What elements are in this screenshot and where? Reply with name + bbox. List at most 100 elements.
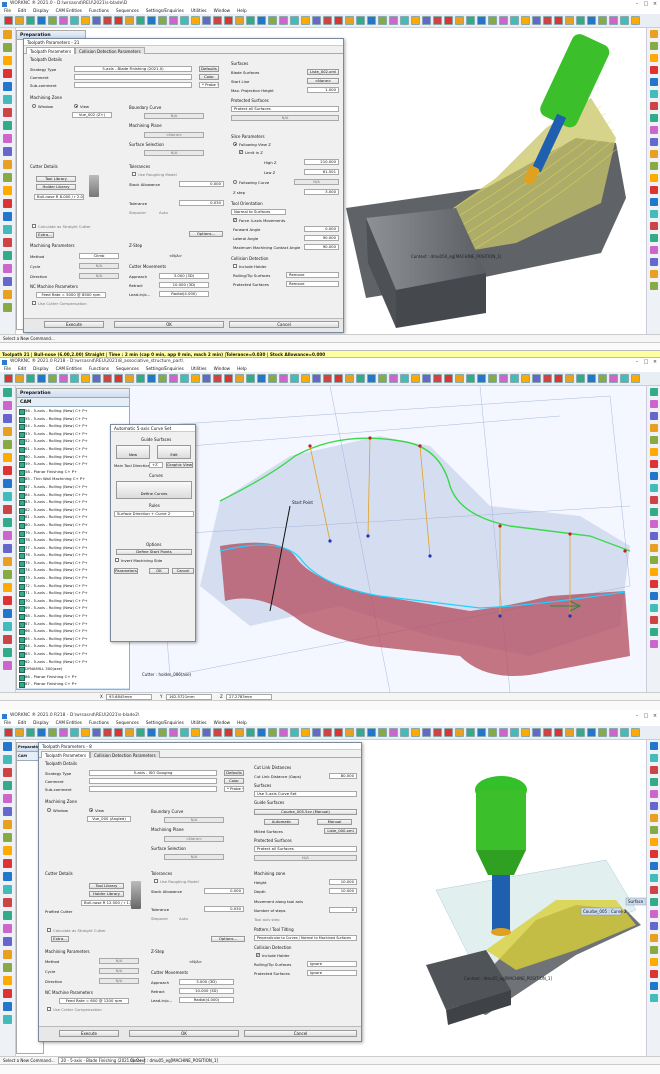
toolbar-tool-icon[interactable] — [103, 374, 112, 383]
toolbar-tool-icon[interactable] — [598, 728, 607, 737]
toolbar-tool-icon[interactable] — [15, 374, 24, 383]
retract-field[interactable]: 10.000 (3D) — [159, 282, 209, 288]
side-tool-icon[interactable] — [650, 742, 658, 750]
toolbar-tool-icon[interactable] — [158, 374, 167, 383]
toolbar-tool-icon[interactable] — [554, 16, 563, 25]
tool-library-button[interactable]: Tool Library — [36, 176, 76, 182]
side-tool-icon[interactable] — [650, 174, 658, 182]
side-tool-icon[interactable] — [3, 414, 12, 423]
following-curve-radio[interactable] — [233, 180, 237, 184]
menu-item-utilities[interactable]: Utilities — [191, 720, 207, 725]
toolbar-tool-icon[interactable] — [26, 728, 35, 737]
menu-item-display[interactable]: Display — [33, 8, 48, 13]
side-tool-icon[interactable] — [650, 850, 658, 858]
side-tool-icon[interactable] — [3, 251, 12, 260]
retract-field[interactable]: 10.000 (3D) — [179, 988, 234, 994]
graphic-view-button[interactable]: Graphic View — [166, 462, 193, 468]
side-tool-icon[interactable] — [3, 635, 12, 644]
toolbar-tool-icon[interactable] — [279, 728, 288, 737]
toolbar-tool-icon[interactable] — [400, 728, 409, 737]
side-tool-icon[interactable] — [650, 790, 658, 798]
toolbar-tool-icon[interactable] — [114, 16, 123, 25]
subcomment-field[interactable] — [74, 82, 192, 88]
toolbar-tool-icon[interactable] — [246, 16, 255, 25]
side-tool-icon[interactable] — [650, 282, 658, 290]
menu-item-display[interactable]: Display — [33, 366, 48, 371]
side-tool-icon[interactable] — [3, 937, 12, 946]
side-tool-icon[interactable] — [650, 580, 658, 588]
menu-item-sequences[interactable]: Sequences — [116, 8, 139, 13]
side-tool-icon[interactable] — [3, 199, 12, 208]
toolbar-tool-icon[interactable] — [609, 374, 618, 383]
side-tool-icon[interactable] — [3, 583, 12, 592]
toolbar-tool-icon[interactable] — [477, 728, 486, 737]
lateral-angle-field[interactable]: 90.000 — [304, 235, 339, 241]
toolbar-tool-icon[interactable] — [136, 16, 145, 25]
high-z-field[interactable]: 210.000 — [304, 159, 339, 165]
toolbar-tool-icon[interactable] — [257, 728, 266, 737]
menu-item-cam-entities[interactable]: CAM Entities — [56, 720, 82, 725]
defaults-button[interactable]: Defaults — [199, 66, 219, 72]
side-tool-icon[interactable] — [3, 505, 12, 514]
side-tool-icon[interactable] — [3, 794, 12, 803]
tab-toolpath-parameters[interactable]: Toolpath Parameters — [26, 47, 76, 54]
side-tool-icon[interactable] — [3, 43, 12, 52]
toolbar-tool-icon[interactable] — [510, 728, 519, 737]
side-tool-icon[interactable] — [650, 54, 658, 62]
toolbar-tool-icon[interactable] — [466, 374, 475, 383]
toolbar-tool-icon[interactable] — [378, 374, 387, 383]
protected-surf2-select[interactable]: Ignore — [307, 970, 357, 976]
side-tool-icon[interactable] — [650, 78, 658, 86]
x-field[interactable]: 93.6845mm — [106, 694, 152, 700]
cancel-button[interactable]: Cancel — [244, 1030, 357, 1037]
side-tool-icon[interactable] — [650, 472, 658, 480]
side-tool-icon[interactable] — [3, 56, 12, 65]
side-tool-icon[interactable] — [650, 126, 658, 134]
menu-item-functions[interactable]: Functions — [89, 720, 109, 725]
side-tool-icon[interactable] — [3, 1015, 12, 1024]
probe-select[interactable]: * Probe * — [199, 82, 219, 88]
toolbar-tool-icon[interactable] — [169, 16, 178, 25]
toolbar-tool-icon[interactable] — [301, 374, 310, 383]
toolbar-tool-icon[interactable] — [532, 374, 541, 383]
menu-item-functions[interactable]: Functions — [89, 366, 109, 371]
menu-item-window[interactable]: Window — [214, 720, 231, 725]
side-tool-icon[interactable] — [3, 885, 12, 894]
side-tool-icon[interactable] — [650, 520, 658, 528]
side-tool-icon[interactable] — [3, 518, 12, 527]
following-view-radio[interactable] — [233, 142, 237, 146]
toolbar-tool-icon[interactable] — [213, 728, 222, 737]
toolbar-tool-icon[interactable] — [378, 728, 387, 737]
side-tool-icon[interactable] — [3, 781, 12, 790]
side-tool-icon[interactable] — [3, 989, 12, 998]
menu-item-utilities[interactable]: Utilities — [191, 366, 207, 371]
toolbar-tool-icon[interactable] — [92, 16, 101, 25]
menu-item-window[interactable]: Window — [214, 366, 231, 371]
color-button[interactable]: Color — [199, 74, 219, 80]
toolbar-tool-icon[interactable] — [103, 728, 112, 737]
main-tool-dir-select[interactable]: +Z — [149, 462, 163, 468]
toolbar-tool-icon[interactable] — [543, 728, 552, 737]
automatic-button[interactable]: Automatic — [264, 819, 299, 825]
side-tool-icon[interactable] — [3, 898, 12, 907]
holder-library-button[interactable]: Holder Library — [89, 891, 124, 897]
pattern-tilt-select[interactable]: Perpendicular to Curves / Normal to Mach… — [254, 935, 357, 941]
toolbar-tool-icon[interactable] — [268, 728, 277, 737]
side-tool-icon[interactable] — [650, 388, 658, 396]
menu-item-sequences[interactable]: Sequences — [116, 366, 139, 371]
side-tool-icon[interactable] — [3, 924, 12, 933]
side-tool-icon[interactable] — [650, 532, 658, 540]
side-tool-icon[interactable] — [650, 42, 658, 50]
side-tool-icon[interactable] — [3, 661, 12, 670]
side-tool-icon[interactable] — [3, 755, 12, 764]
toolbar-tool-icon[interactable] — [235, 728, 244, 737]
toolbar-tool-icon[interactable] — [587, 374, 596, 383]
toolbar-tool-icon[interactable] — [620, 728, 629, 737]
toolbar-tool-icon[interactable] — [323, 16, 332, 25]
side-tool-icon[interactable] — [3, 134, 12, 143]
side-tool-icon[interactable] — [650, 982, 658, 990]
menu-item-file[interactable]: File — [4, 8, 11, 13]
holder-library-button[interactable]: Holder Library — [36, 184, 76, 190]
tree-item[interactable]: 87 - Planar Finishing C+ P+ — [17, 680, 129, 688]
toolbar-tool-icon[interactable] — [433, 374, 442, 383]
